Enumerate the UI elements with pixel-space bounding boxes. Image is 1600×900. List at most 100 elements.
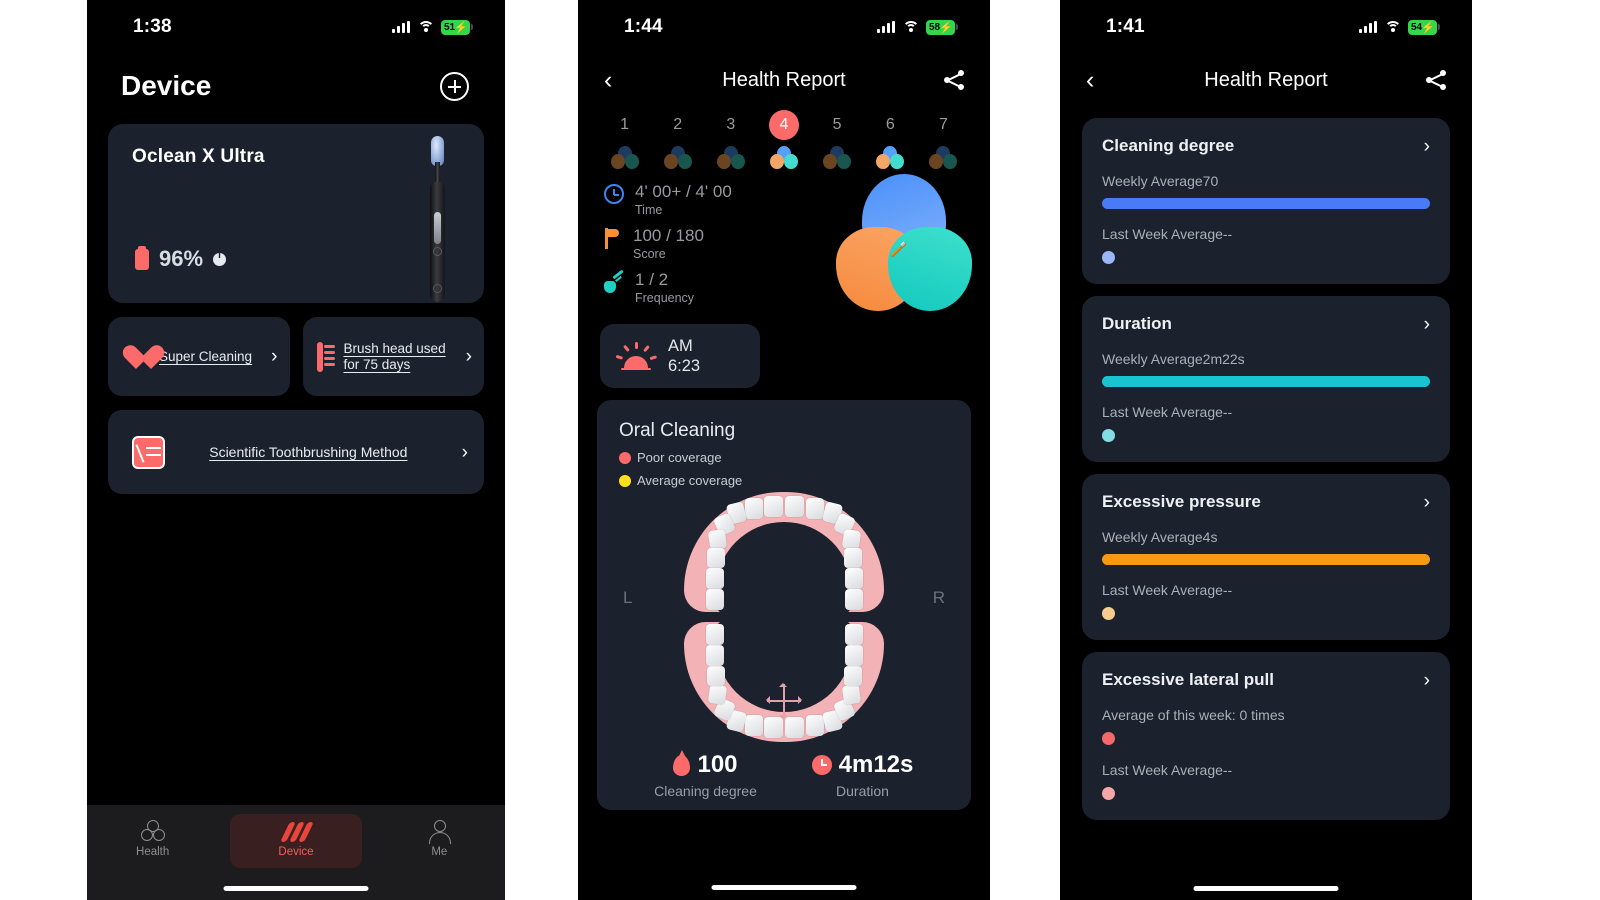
day-selector: 1 2 3 4 5 6 7 (578, 106, 990, 169)
frequency-icon: 🪥 (890, 241, 908, 257)
metric-this-week: Average of this week: 0 times (1102, 707, 1285, 723)
nav-title: Health Report (722, 68, 846, 91)
home-indicator (711, 885, 857, 890)
summary-value: 100 (633, 226, 662, 245)
tab-label: Health (136, 846, 170, 858)
metric-title: Duration (1102, 314, 1172, 333)
day-number: 6 (885, 116, 895, 133)
metric-card-excessive-lateral-pull[interactable]: Excessive lateral pull › Average of this… (1082, 652, 1450, 820)
battery-percent: 58 (929, 21, 941, 33)
day-item[interactable]: 3 (704, 110, 757, 169)
battery-level-icon (135, 245, 149, 270)
tile-label: Scientific Toothbrushing Method (209, 443, 408, 460)
metric-this-week: Weekly Average70 (1102, 173, 1219, 189)
status-icons: 58 ⚡ (877, 19, 958, 35)
share-icon[interactable] (944, 70, 964, 90)
cellular-signal-icon (1359, 21, 1377, 33)
nav-bar: ‹ Health Report (578, 54, 990, 106)
summary-value: 4' 00+ (635, 182, 682, 201)
info-icon[interactable] (213, 250, 227, 266)
summary-key: Time (635, 203, 663, 217)
day-number: 2 (673, 116, 683, 133)
metric-card-duration[interactable]: Duration › Weekly Average2m22s Last Week… (1082, 296, 1450, 462)
clock-icon (604, 184, 624, 204)
metric-last-week-dot (1102, 251, 1115, 264)
chevron-right-icon: › (465, 346, 472, 367)
day-dots-icon (875, 146, 905, 169)
battery-icon: 54 ⚡ (1408, 19, 1440, 35)
stat-value: 100 (697, 751, 738, 778)
status-bar: 1:41 54 ⚡ (1060, 0, 1472, 54)
clock-filled-icon (811, 755, 832, 775)
screenshot-stage: 1:38 51 ⚡ Device Oclean X Ultra 96% i Su… (0, 0, 1600, 900)
metric-title: Cleaning degree (1102, 136, 1235, 155)
phone-screen-device: 1:38 51 ⚡ Device Oclean X Ultra 96% i Su… (87, 0, 505, 900)
teeth-diagram[interactable] (684, 492, 884, 742)
status-time: 1:41 (1106, 16, 1145, 37)
nav-bar: ‹ Health Report (1060, 54, 1472, 106)
phone-screen-health-report-daily: 1:44 58 ⚡ ‹ Health Report 1 2 3 4 5 6 7 … (578, 0, 990, 900)
left-side-label: L (623, 588, 633, 607)
summary-key: Score (633, 247, 666, 261)
plus-icon[interactable] (440, 71, 469, 101)
session-time-card[interactable]: AM 6:23 (600, 324, 760, 388)
day-number: 5 (832, 116, 842, 133)
status-icons: 54 ⚡ (1359, 19, 1440, 35)
tab-device[interactable]: Device (230, 814, 362, 868)
metric-this-week: Weekly Average2m22s (1102, 351, 1245, 367)
session-time: AM 6:23 (668, 336, 700, 376)
tile-scientific-method[interactable]: Scientific Toothbrushing Method › (108, 410, 484, 494)
chevron-right-icon: › (271, 346, 278, 367)
trefoil-icon (140, 820, 165, 842)
home-indicator (1193, 886, 1339, 891)
day-item[interactable]: 7 (917, 110, 970, 169)
day-item[interactable]: 2 (651, 110, 704, 169)
wifi-icon (902, 20, 919, 34)
tab-health[interactable]: Health (87, 814, 218, 858)
device-card[interactable]: Oclean X Ultra 96% (108, 124, 484, 303)
feature-tiles-row: Super Cleaning › Brush head used for 75 … (108, 317, 484, 396)
back-icon[interactable]: ‹ (604, 67, 630, 93)
day-dots-icon (610, 146, 640, 169)
battery-percent: 54 (1411, 21, 1423, 33)
chevron-right-icon: › (461, 441, 468, 463)
day-dots-icon (663, 146, 693, 169)
phone-screen-health-report-weekly: 1:41 54 ⚡ ‹ Health Report Cleaning degre… (1060, 0, 1472, 900)
trefoil-graphic: ⏰ ⚐ 🪥 (836, 174, 972, 311)
metric-last-week: Last Week Average-- (1102, 404, 1233, 420)
status-time: 1:38 (133, 16, 172, 37)
metric-this-week-dot (1102, 732, 1115, 745)
oral-cleaning-title: Oral Cleaning (619, 420, 736, 441)
day-item-selected[interactable]: 4 (757, 110, 810, 169)
brush-head-icon (316, 341, 335, 372)
legend-label: Average coverage (637, 473, 743, 488)
chevron-right-icon: › (1423, 669, 1430, 691)
summary-target: / 180 (661, 226, 704, 245)
legend-poor: Poor coverage (619, 450, 949, 465)
chevron-right-icon: › (1423, 313, 1430, 335)
day-item[interactable]: 5 (811, 110, 864, 169)
metric-title: Excessive pressure (1102, 492, 1261, 511)
wifi-icon (1384, 20, 1401, 34)
battery-icon: 58 ⚡ (926, 19, 958, 35)
share-icon[interactable] (1426, 70, 1446, 90)
tab-me[interactable]: Me (374, 814, 505, 858)
metric-this-week: Weekly Average4s (1102, 529, 1218, 545)
metric-card-cleaning-degree[interactable]: Cleaning degree › Weekly Average70 Last … (1082, 118, 1450, 284)
right-side-label: R (932, 588, 945, 607)
stat-cleaning-degree: 100 Cleaning degree (627, 749, 784, 800)
metric-title: Excessive lateral pull (1102, 670, 1274, 689)
tile-brush-head[interactable]: Brush head used for 75 days › (302, 317, 484, 396)
device-battery: 96% (135, 245, 227, 272)
tile-label: Brush head used for 75 days (343, 340, 446, 372)
tile-super-cleaning[interactable]: Super Cleaning › (108, 317, 290, 396)
metric-card-excessive-pressure[interactable]: Excessive pressure › Weekly Average4s La… (1082, 474, 1450, 640)
metric-last-week-dot (1102, 607, 1115, 620)
metric-last-week: Last Week Average-- (1102, 582, 1233, 598)
back-icon[interactable]: ‹ (1086, 67, 1112, 93)
day-item[interactable]: 6 (864, 110, 917, 169)
legend-average: Average coverage (619, 473, 949, 488)
flag-icon (604, 228, 622, 249)
summary-target: / 2 (644, 270, 669, 289)
day-item[interactable]: 1 (598, 110, 651, 169)
